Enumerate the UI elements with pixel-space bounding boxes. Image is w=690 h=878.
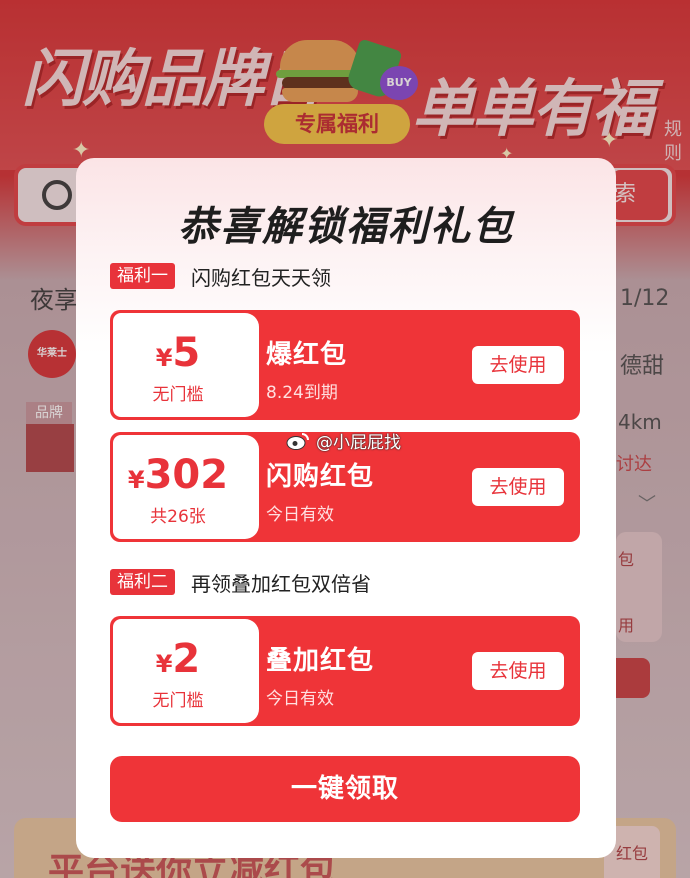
- coupon-card[interactable]: ¥5 无门槛 爆红包 8.24到期 去使用: [110, 310, 580, 420]
- modal-title: 恭喜解锁福利礼包: [178, 204, 514, 250]
- coupon-expiry: 8.24到期: [266, 383, 338, 403]
- use-coupon-button[interactable]: 去使用: [472, 346, 564, 384]
- coupon-condition: 无门槛: [152, 385, 204, 405]
- section-header-2: 福利二 再领叠加红包双倍省: [110, 568, 371, 596]
- coupon-name: 叠加红包: [266, 646, 375, 676]
- weibo-watermark: @小屁屁找: [286, 428, 401, 453]
- section-header-1: 福利一 闪购红包天天领: [110, 262, 331, 290]
- coupon-card[interactable]: ¥2 无门槛 叠加红包 今日有效 去使用: [110, 616, 580, 726]
- use-coupon-button[interactable]: 去使用: [472, 468, 564, 506]
- weibo-logo-icon: [286, 431, 310, 451]
- section-text: 闪购红包天天领: [191, 265, 331, 290]
- coupon-expiry: 今日有效: [266, 689, 334, 709]
- coupon-amount: ¥302: [127, 452, 229, 498]
- watermark-text: @小屁屁找: [316, 433, 401, 453]
- coupon-name: 爆红包: [266, 340, 348, 370]
- section-tag: 福利二: [110, 569, 175, 595]
- section-tag: 福利一: [110, 263, 175, 289]
- coupon-amount: ¥5: [155, 330, 201, 376]
- coupon-name: 闪购红包: [266, 462, 375, 492]
- coupon-condition: 共26张: [150, 507, 206, 527]
- claim-all-button[interactable]: 一键领取: [110, 756, 580, 822]
- use-coupon-button[interactable]: 去使用: [472, 652, 564, 690]
- coupon-expiry: 今日有效: [266, 505, 334, 525]
- coupon-amount: ¥2: [155, 636, 201, 682]
- section-text: 再领叠加红包双倍省: [191, 571, 371, 596]
- coupon-condition: 无门槛: [152, 691, 204, 711]
- welfare-modal: 恭喜解锁福利礼包 福利一 闪购红包天天领 ¥5 无门槛 爆红包 8.24到期 去…: [76, 158, 616, 858]
